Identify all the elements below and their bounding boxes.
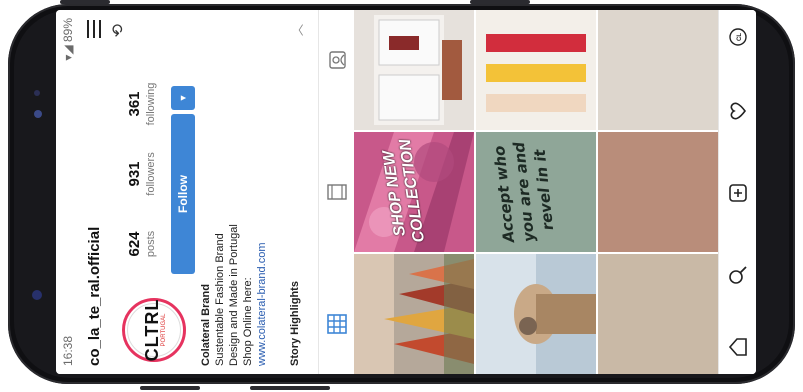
profile-icon[interactable]: CL	[725, 24, 751, 50]
grid-tab-icon[interactable]	[327, 314, 347, 334]
followers-count: 931	[126, 161, 143, 187]
bio-line: Design and Made in Portugal	[228, 224, 240, 366]
bio-line: Sustentable Fashion Brand	[214, 233, 226, 366]
post-thumbnail[interactable]	[354, 254, 474, 374]
suggestions-dropdown-icon[interactable]: ▼	[171, 86, 195, 110]
bixby-button	[140, 386, 200, 390]
heart-icon[interactable]	[725, 98, 751, 124]
search-icon[interactable]	[725, 262, 751, 288]
screen: 16:38 ▾◢ 89% co_la_te_ral.official ⟲ CLT…	[56, 10, 756, 374]
post-thumbnail[interactable]: SHOP NEW COLLECTION	[354, 132, 474, 252]
profile-username: co_la_te_ral.official	[86, 226, 103, 366]
profile-bio: Colateral Brand Sustentable Fashion Bran…	[199, 36, 269, 366]
add-icon[interactable]	[725, 180, 751, 206]
portrait-tab-icon[interactable]	[327, 182, 347, 202]
post-thumbnail[interactable]	[476, 254, 596, 374]
post-thumbnail[interactable]: Accept who you are and revel in it	[476, 132, 596, 252]
bio-line: Shop Online here:	[242, 277, 254, 366]
followers-label: followers	[145, 152, 157, 196]
follow-button[interactable]: Follow	[171, 114, 195, 274]
sensor	[34, 90, 40, 96]
home-icon[interactable]	[725, 334, 751, 360]
bio-link[interactable]: www.colateral-brand.com	[255, 36, 269, 367]
following-label: following	[145, 82, 157, 126]
post-thumbnail[interactable]	[598, 132, 718, 252]
volume-button	[60, 0, 110, 4]
front-camera	[34, 110, 42, 118]
followers-stat[interactable]: 931 followers	[126, 144, 157, 204]
story-highlights-title: Story Highlights	[289, 281, 301, 366]
profile-tabs	[318, 10, 355, 374]
svg-text:CL: CL	[737, 33, 743, 41]
bottom-navigation: CL	[718, 10, 756, 374]
post-thumbnail[interactable]	[598, 10, 718, 130]
instagram-profile: 16:38 ▾◢ 89% co_la_te_ral.official ⟲ CLT…	[56, 10, 756, 374]
side-button	[250, 386, 330, 390]
chevron-up-icon[interactable]: ︿	[289, 24, 306, 36]
brand-logo: CLTRL PORTUGAL	[127, 299, 181, 361]
following-count: 361	[126, 91, 143, 117]
status-time: 16:38	[61, 335, 75, 366]
posts-grid: SHOP NEW COLLECTION Accept who you are a…	[354, 10, 718, 374]
hamburger-icon[interactable]	[87, 20, 101, 38]
following-stat[interactable]: 361 following	[126, 74, 157, 134]
posts-label: posts	[145, 230, 157, 258]
iris-sensor	[32, 290, 42, 300]
history-icon[interactable]: ⟲	[108, 24, 128, 37]
status-bar: 16:38 ▾◢ 89%	[56, 10, 80, 374]
logo-text: CLTRL	[141, 298, 162, 362]
posts-count: 624	[126, 231, 143, 257]
power-button	[470, 0, 530, 4]
post-thumbnail[interactable]	[598, 254, 718, 374]
status-right: ▾◢ 89%	[61, 18, 75, 61]
bio-name: Colateral Brand	[200, 284, 212, 366]
post-caption: Accept who you are and revel in it	[490, 141, 558, 244]
posts-stat[interactable]: 624 posts	[126, 214, 157, 274]
battery-level: 89%	[61, 18, 75, 43]
logo-subtext: PORTUGAL	[160, 313, 167, 347]
wifi-icon: ▾◢	[61, 42, 75, 61]
tagged-tab-icon[interactable]	[327, 50, 347, 70]
avatar[interactable]: CLTRL PORTUGAL	[122, 298, 186, 362]
post-thumbnail[interactable]	[354, 10, 474, 130]
post-thumbnail[interactable]	[476, 10, 596, 130]
